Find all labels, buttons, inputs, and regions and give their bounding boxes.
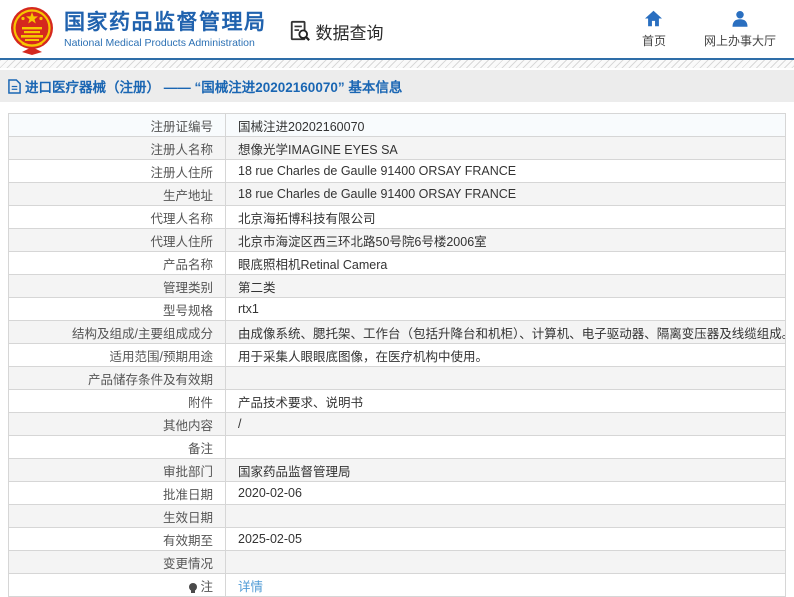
field-value: 详情 [225,573,786,597]
field-value: 18 rue Charles de Gaulle 91400 ORSAY FRA… [225,182,786,206]
field-value: rtx1 [225,297,786,321]
field-label: 管理类别 [8,274,226,298]
field-value [225,504,786,528]
table-row: 代理人住所 北京市海淀区西三环北路50号院6号楼2006室 [8,228,786,252]
field-value: 第二类 [225,274,786,298]
field-label: 注册人名称 [8,136,226,160]
field-value: 北京市海淀区西三环北路50号院6号楼2006室 [225,228,786,252]
hatched-divider [0,60,794,68]
field-value: 用于采集人眼眼底图像，在医疗机构中使用。 [225,343,786,367]
field-label: 结构及组成/主要组成成分 [8,320,226,344]
breadcrumb-bar: 进口医疗器械（注册） —— “国械注进20202160070” 基本信息 [0,70,794,102]
details-link[interactable]: 详情 [238,580,263,594]
field-value: 国械注进20202160070 [225,113,786,137]
registration-info-table-wrap: 注册证编号 国械注进20202160070 注册人名称 想像光学IMAGINE … [8,113,786,597]
field-value: 18 rue Charles de Gaulle 91400 ORSAY FRA… [225,159,786,183]
online-hall-link[interactable]: 网上办事大厅 [704,10,776,49]
table-row: 注册人名称 想像光学IMAGINE EYES SA [8,136,786,160]
brand-block: 国家药品监督管理局 National Medical Products Admi… [64,10,267,49]
table-row: 备注 [8,435,786,459]
field-label: 产品储存条件及有效期 [8,366,226,390]
header-quick-links: 首页 网上办事大厅 [642,10,776,49]
table-row: 结构及组成/主要组成成分 由成像系统、腮托架、工作台（包括升降台和机柜）、计算机… [8,320,786,344]
field-value: 产品技术要求、说明书 [225,389,786,413]
field-label: 其他内容 [8,412,226,436]
field-label: 产品名称 [8,251,226,275]
document-search-icon [290,20,310,41]
document-icon [8,78,21,94]
table-row: 型号规格 rtx1 [8,297,786,321]
table-row: 管理类别 第二类 [8,274,786,298]
field-value: 北京海拓博科技有限公司 [225,205,786,229]
field-label: 生产地址 [8,182,226,206]
field-label: 审批部门 [8,458,226,482]
breadcrumb-text: 进口医疗器械（注册） —— “国械注进20202160070” 基本信息 [25,80,403,95]
field-label: 适用范围/预期用途 [8,343,226,367]
table-row: 注册人住所 18 rue Charles de Gaulle 91400 ORS… [8,159,786,183]
info-table-body: 注册证编号 国械注进20202160070 注册人名称 想像光学IMAGINE … [8,113,786,597]
table-row: 其他内容 / [8,412,786,436]
field-label: 代理人住所 [8,228,226,252]
national-emblem-logo [11,7,53,55]
breadcrumb: 进口医疗器械（注册） —— “国械注进20202160070” 基本信息 [8,76,402,96]
site-title: 国家药品监督管理局 [64,10,267,34]
field-value: 由成像系统、腮托架、工作台（包括升降台和机柜）、计算机、电子驱动器、隔离变压器及… [225,320,786,344]
registration-info-table: 注册证编号 国械注进20202160070 注册人名称 想像光学IMAGINE … [8,113,786,597]
field-label: 注册证编号 [8,113,226,137]
table-row: 产品储存条件及有效期 [8,366,786,390]
field-value [225,550,786,574]
table-row: 注 详情 [8,573,786,597]
field-label: 注册人住所 [8,159,226,183]
field-value: 2025-02-05 [225,527,786,551]
table-row: 代理人名称 北京海拓博科技有限公司 [8,205,786,229]
field-label: 注 [8,573,226,597]
field-label: 代理人名称 [8,205,226,229]
field-value: 想像光学IMAGINE EYES SA [225,136,786,160]
online-hall-label: 网上办事大厅 [703,34,776,48]
table-row: 审批部门 国家药品监督管理局 [8,458,786,482]
field-value: 眼底照相机Retinal Camera [225,251,786,275]
field-value: / [225,412,786,436]
site-subtitle: National Medical Products Administration [64,36,255,49]
table-row: 产品名称 眼底照相机Retinal Camera [8,251,786,275]
table-row: 生效日期 [8,504,786,528]
home-label: 首页 [641,34,666,48]
table-row: 附件 产品技术要求、说明书 [8,389,786,413]
data-query-label: 数据查询 [315,23,384,43]
field-value [225,435,786,459]
bulb-icon [189,582,198,593]
table-row: 生产地址 18 rue Charles de Gaulle 91400 ORSA… [8,182,786,206]
field-label: 生效日期 [8,504,226,528]
home-link[interactable]: 首页 [642,10,666,49]
field-label: 批准日期 [8,481,226,505]
field-value [225,366,786,390]
person-icon [732,11,748,27]
field-value: 国家药品监督管理局 [225,458,786,482]
field-label: 变更情况 [8,550,226,574]
field-label: 有效期至 [8,527,226,551]
table-row: 批准日期 2020-02-06 [8,481,786,505]
home-icon [645,10,663,27]
field-label: 型号规格 [8,297,226,321]
table-row: 适用范围/预期用途 用于采集人眼眼底图像，在医疗机构中使用。 [8,343,786,367]
field-label: 备注 [8,435,226,459]
table-row: 变更情况 [8,550,786,574]
table-row: 有效期至 2025-02-05 [8,527,786,551]
field-label: 附件 [8,389,226,413]
field-value: 2020-02-06 [225,481,786,505]
data-query-nav[interactable]: 数据查询 [289,19,384,44]
table-row: 注册证编号 国械注进20202160070 [8,113,786,137]
site-header: 国家药品监督管理局 National Medical Products Admi… [0,0,794,60]
